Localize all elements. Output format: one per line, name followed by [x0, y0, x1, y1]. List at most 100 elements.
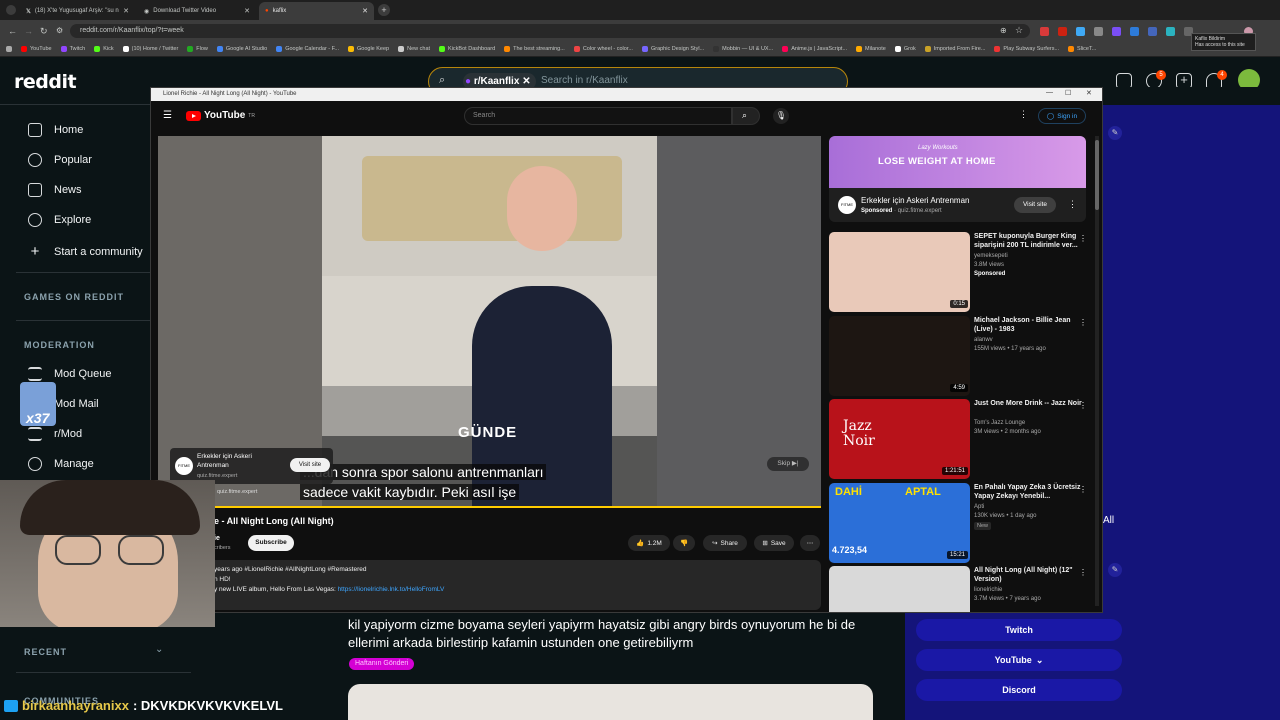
tab-search-icon[interactable] — [6, 5, 16, 15]
recommended-video[interactable]: All Night Long (All Night) (12" Version)… — [829, 566, 1095, 612]
browser-tab-active[interactable]: ● kaflix ✕ — [259, 2, 374, 20]
edit-icon[interactable]: ✎ — [1108, 563, 1122, 577]
nav-mod-queue[interactable]: Mod Queue — [28, 367, 111, 381]
reload-icon[interactable]: ↻ — [40, 26, 48, 37]
minimize-icon[interactable]: — — [1046, 89, 1053, 96]
bookmark-item[interactable]: The best streaming... — [504, 46, 565, 52]
menu-icon[interactable]: ☰ — [163, 110, 172, 121]
more-options-icon[interactable]: ⋮ — [1068, 199, 1077, 210]
forward-icon[interactable]: → — [24, 26, 33, 36]
bookmark-item[interactable]: KickBot Dashboard — [439, 46, 495, 52]
save-button[interactable]: ⊞ Save — [754, 535, 794, 551]
nav-start-community[interactable]: + Start a community — [28, 243, 143, 260]
like-button[interactable]: 👍 1.2M — [628, 535, 670, 551]
bookmark-item[interactable]: Google Keep — [348, 46, 389, 52]
dislike-button[interactable]: 👎 — [673, 535, 695, 551]
bookmark-star-icon[interactable]: ☆ — [1015, 25, 1023, 36]
bookmark-item[interactable]: Grok — [894, 46, 916, 52]
bookmark-item[interactable]: Google Calendar - F... — [276, 46, 339, 52]
bookmark-item[interactable]: SliceT... — [1068, 46, 1096, 52]
ad-progress-bar[interactable] — [158, 506, 821, 508]
site-info-icon[interactable]: ⚙ — [56, 26, 63, 35]
description-link[interactable]: https://lionelrichie.lnk.to/HelloFromLV — [338, 586, 445, 593]
more-options-icon[interactable]: ⋮ — [1019, 109, 1028, 120]
microphone-icon[interactable]: 🎙 — [773, 108, 789, 124]
recommended-video[interactable]: 4:59 Michael Jackson - Billie Jean (Live… — [829, 316, 1095, 396]
recent-section-header[interactable]: RECENT — [24, 647, 67, 657]
bookmark-item[interactable]: New chat — [398, 46, 430, 52]
extension-icon[interactable] — [1076, 27, 1085, 36]
bookmark-item[interactable]: Graphic Design Styl... — [641, 46, 704, 52]
games-section-header[interactable]: GAMES ON REDDIT — [24, 292, 124, 302]
bookmark-item[interactable]: Kick — [94, 46, 114, 52]
share-button[interactable]: ↪ Share — [703, 535, 747, 551]
apps-grid-icon[interactable] — [6, 46, 12, 52]
nav-popular[interactable]: Popular — [28, 153, 92, 167]
recommended-video[interactable]: Jazz Noir 1:21:51 Just One More Drink -- … — [829, 399, 1095, 479]
more-options-icon[interactable]: ⋮ — [1079, 234, 1087, 243]
more-options-icon[interactable]: ⋮ — [1079, 485, 1087, 494]
recommended-video[interactable]: DAHİ APTAL 4.723,54 15:21 En Pahalı Yapa… — [829, 483, 1095, 563]
extension-icon[interactable] — [1148, 27, 1157, 36]
recommended-video[interactable]: 0:15 SEPET kuponuyla Burger King sipariş… — [829, 232, 1095, 312]
post-flair[interactable]: Haftanın Gönderi — [349, 658, 415, 670]
extension-icon[interactable] — [1112, 27, 1121, 36]
more-options-icon[interactable]: ⋮ — [1079, 401, 1087, 410]
more-actions-button[interactable]: ⋯ — [800, 535, 820, 551]
bookmark-folder[interactable]: Imported From Fire... — [924, 46, 985, 52]
bookmark-item[interactable]: Mobbin — UI & UX... — [713, 46, 773, 52]
close-tab-icon[interactable]: ✕ — [123, 7, 129, 15]
sign-in-button[interactable]: ◯ Sign in — [1038, 108, 1086, 124]
bookmark-item[interactable]: Anime.js | JavaScript... — [782, 46, 847, 52]
extension-icon[interactable] — [1130, 27, 1139, 36]
youtube-logo[interactable]: YouTube TR — [186, 110, 255, 121]
ad-visit-site-button[interactable]: Visit site — [290, 458, 330, 472]
chevron-down-icon[interactable]: ⌄ — [155, 644, 163, 655]
discord-link-button[interactable]: Discord — [916, 679, 1122, 701]
skip-ad-button[interactable]: Skip ▶| — [767, 457, 809, 471]
maximize-icon[interactable]: ☐ — [1065, 89, 1071, 97]
more-options-icon[interactable]: ⋮ — [1079, 318, 1087, 327]
extension-icon[interactable] — [1058, 27, 1067, 36]
reddit-logo[interactable]: reddit — [14, 71, 77, 93]
nav-news[interactable]: News — [28, 183, 82, 197]
extension-icon[interactable] — [1166, 27, 1175, 36]
browser-tab[interactable]: 𝕏 (18) X'te Yugusugaf Arşiv: "su n ✕ — [20, 2, 135, 20]
more-options-icon[interactable]: ⋮ — [1079, 568, 1087, 577]
back-icon[interactable]: ← — [8, 26, 17, 36]
nav-explore[interactable]: Explore — [28, 213, 91, 227]
bookmark-item[interactable]: (10) Home / Twitter — [122, 46, 178, 52]
extension-icon[interactable] — [1040, 27, 1049, 36]
subscribe-button[interactable]: Subscribe — [248, 535, 294, 551]
window-title-bar[interactable]: Lionel Richie - All Night Long (All Nigh… — [151, 88, 1102, 101]
sort-all-button[interactable]: All — [1103, 515, 1114, 526]
extension-icon[interactable] — [1094, 27, 1103, 36]
sidebar-ad-visit-button[interactable]: Visit site — [1014, 197, 1056, 213]
browser-tab[interactable]: ◉ Download Twitter Video ✕ — [138, 2, 256, 20]
url-field[interactable]: reddit.com/r/Kaanflix/top/?t=week — [70, 24, 1030, 38]
nav-rmod[interactable]: r/Mod — [28, 427, 82, 441]
close-tab-icon[interactable]: ✕ — [244, 7, 250, 15]
youtube-search-button[interactable]: ⌕ — [732, 107, 760, 125]
post-title[interactable]: kil yapiyorm cizme boyama seyleri yapiyr… — [348, 616, 888, 652]
bookmark-item[interactable]: Play Subway Surfers... — [994, 46, 1059, 52]
nav-manage[interactable]: Manage — [28, 457, 94, 471]
bookmark-item[interactable]: Flow — [187, 46, 208, 52]
zoom-icon[interactable]: ⊕ — [1000, 26, 1007, 35]
bookmark-item[interactable]: Color wheel - color... — [573, 46, 633, 52]
bookmark-item[interactable]: Google AI Studio — [216, 46, 267, 52]
nav-home[interactable]: Home — [28, 123, 83, 137]
scrollbar-thumb[interactable] — [1095, 140, 1099, 210]
bookmark-item[interactable]: Milanote — [856, 46, 886, 52]
remove-chip-icon[interactable]: ✕ — [522, 76, 530, 87]
new-tab-button[interactable]: + — [378, 4, 390, 16]
bookmark-item[interactable]: Twitch — [60, 46, 85, 52]
edit-icon[interactable]: ✎ — [1108, 126, 1122, 140]
close-tab-icon[interactable]: ✕ — [362, 7, 368, 15]
youtube-link-button[interactable]: YouTube ⌄ — [916, 649, 1122, 671]
post-image[interactable] — [348, 684, 873, 720]
twitch-link-button[interactable]: Twitch — [916, 619, 1122, 641]
close-window-icon[interactable]: ✕ — [1086, 89, 1092, 97]
moderation-section-header[interactable]: MODERATION — [24, 340, 95, 350]
bookmark-item[interactable]: YouTube — [21, 46, 52, 52]
